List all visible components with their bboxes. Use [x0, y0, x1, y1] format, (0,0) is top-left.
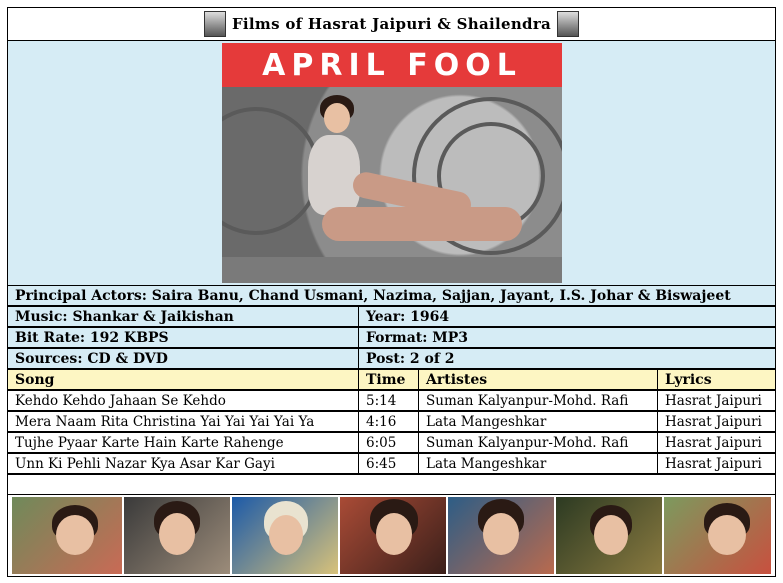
song-artistes: Lata Mangeshkar	[418, 412, 657, 431]
song-title: Tujhe Pyaar Karte Hain Karte Rahenge	[15, 435, 284, 451]
song-title: Kehdo Kehdo Jahaan Se Kehdo	[15, 393, 226, 409]
col-header-artistes: Artistes	[418, 370, 657, 389]
poster-section: APRIL FOOL	[7, 40, 776, 286]
poster-banner: APRIL FOOL	[222, 43, 562, 87]
film-still	[556, 497, 662, 574]
song-title: Unn Ki Pehli Nazar Kya Asar Kar Gayi	[15, 456, 275, 472]
sources-post-row: Sources: CD & DVD Post: 2 of 2	[7, 348, 776, 369]
poster-title: APRIL FOOL	[262, 47, 522, 83]
song-table-header: Song Time Artistes Lyrics	[7, 369, 776, 390]
post-text: Post: 2 of 2	[358, 349, 775, 368]
bitrate-format-row: Bit Rate: 192 KBPS Format: MP3	[7, 327, 776, 348]
portrait-icon	[203, 11, 226, 37]
col-header-song: Song	[15, 372, 55, 388]
song-lyricist: Hasrat Jaipuri	[657, 454, 775, 473]
spacer-row	[7, 474, 776, 495]
film-still	[448, 497, 554, 574]
song-lyricist: Hasrat Jaipuri	[657, 412, 775, 431]
film-poster: APRIL FOOL	[222, 43, 562, 283]
table-row[interactable]: Kehdo Kehdo Jahaan Se Kehdo 5:14 Suman K…	[7, 390, 776, 411]
poster-artwork	[222, 87, 562, 283]
song-time: 6:45	[358, 454, 418, 473]
col-header-time: Time	[358, 370, 418, 389]
film-still	[664, 497, 771, 574]
song-lyricist: Hasrat Jaipuri	[657, 433, 775, 452]
music-year-row: Music: Shankar & Jaikishan Year: 1964	[7, 306, 776, 327]
song-time: 5:14	[358, 391, 418, 410]
title-bar: Films of Hasrat Jaipuri & Shailendra	[7, 7, 776, 41]
table-row[interactable]: Mera Naam Rita Christina Yai Yai Yai Yai…	[7, 411, 776, 432]
music-text: Music: Shankar & Jaikishan	[15, 309, 234, 325]
song-artistes: Suman Kalyanpur-Mohd. Rafi	[418, 391, 657, 410]
page-title: Films of Hasrat Jaipuri & Shailendra	[231, 15, 552, 33]
actors-row: Principal Actors: Saira Banu, Chand Usma…	[7, 285, 776, 306]
sources-text: Sources: CD & DVD	[15, 351, 168, 367]
film-still	[12, 497, 122, 574]
song-artistes: Lata Mangeshkar	[418, 454, 657, 473]
table-row[interactable]: Tujhe Pyaar Karte Hain Karte Rahenge 6:0…	[7, 432, 776, 453]
song-lyricist: Hasrat Jaipuri	[657, 391, 775, 410]
song-title: Mera Naam Rita Christina Yai Yai Yai Yai…	[15, 414, 315, 430]
film-still	[124, 497, 230, 574]
table-row[interactable]: Unn Ki Pehli Nazar Kya Asar Kar Gayi 6:4…	[7, 453, 776, 474]
song-time: 6:05	[358, 433, 418, 452]
song-time: 4:16	[358, 412, 418, 431]
bitrate-text: Bit Rate: 192 KBPS	[15, 330, 169, 346]
actors-text: Principal Actors: Saira Banu, Chand Usma…	[15, 288, 731, 304]
col-header-lyrics: Lyrics	[657, 370, 775, 389]
film-still	[232, 497, 338, 574]
year-text: Year: 1964	[358, 307, 775, 326]
portrait-icon	[557, 11, 580, 37]
song-artistes: Suman Kalyanpur-Mohd. Rafi	[418, 433, 657, 452]
format-text: Format: MP3	[358, 328, 775, 347]
film-stills-strip	[7, 494, 776, 577]
film-still	[340, 497, 446, 574]
